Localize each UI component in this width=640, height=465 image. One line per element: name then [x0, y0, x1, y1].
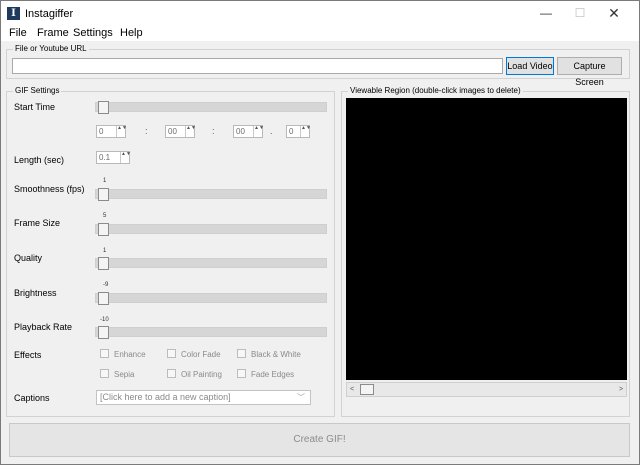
brightness-slider[interactable] [95, 293, 327, 303]
enhance-checkbox[interactable] [100, 349, 109, 358]
start-time-label: Start Time [14, 102, 56, 112]
captions-combo[interactable]: [Click here to add a new caption] ﹀ [96, 390, 311, 405]
oil-painting-checkbox[interactable] [167, 369, 176, 378]
start-seconds-value: 00 [236, 127, 245, 136]
quality-slider[interactable] [95, 258, 327, 268]
playback-rate-slider[interactable] [95, 327, 327, 337]
captions-placeholder: [Click here to add a new caption] [100, 392, 231, 402]
smoothness-label: Smoothness (fps) [14, 184, 85, 194]
scroll-right-icon[interactable]: > [616, 383, 626, 396]
menu-help[interactable]: Help [120, 27, 143, 39]
start-time-slider[interactable] [95, 102, 327, 112]
maximize-button[interactable]: ☐ [563, 1, 597, 25]
oil-painting-label: Oil Painting [181, 370, 222, 379]
quality-value: 1 [103, 248, 107, 254]
start-hours-spin[interactable]: 0 ▲▼ [96, 125, 127, 138]
length-spin[interactable]: 0.1 ▲▼ [96, 151, 131, 164]
start-seconds-spin[interactable]: 00 ▲▼ [233, 125, 264, 138]
sepia-checkbox[interactable] [100, 369, 109, 378]
video-preview[interactable] [346, 98, 627, 380]
quality-label: Quality [14, 253, 43, 263]
viewable-region-group: Viewable Region (double-click images to … [341, 86, 630, 417]
smoothness-slider-thumb[interactable] [98, 188, 109, 201]
viewable-region-legend: Viewable Region (double-click images to … [348, 86, 523, 95]
time-separator: : [145, 126, 148, 136]
sepia-label: Sepia [114, 370, 135, 379]
spin-arrows-icon[interactable]: ▲▼ [116, 126, 127, 137]
frame-size-slider[interactable] [95, 224, 327, 234]
playback-rate-value: -10 [100, 317, 109, 323]
app-window: I Instagiffer — ☐ ✕ File Frame Settings … [0, 0, 640, 465]
captions-label: Captions [14, 393, 50, 403]
playback-rate-slider-thumb[interactable] [98, 326, 109, 339]
spin-arrows-icon[interactable]: ▲▼ [253, 126, 264, 137]
color-fade-label: Color Fade [181, 350, 221, 359]
spin-arrows-icon[interactable]: ▲▼ [120, 152, 131, 163]
start-fraction-spin[interactable]: 0 ▲▼ [286, 125, 311, 138]
gif-settings-legend: GIF Settings [13, 86, 62, 95]
capture-screen-button[interactable]: Capture Screen [557, 57, 622, 87]
start-fraction-value: 0 [289, 127, 294, 136]
fade-edges-label: Fade Edges [251, 370, 295, 379]
brightness-slider-thumb[interactable] [98, 292, 109, 305]
smoothness-value: 1 [103, 178, 107, 184]
create-gif-button[interactable]: Create GIF! [9, 423, 630, 457]
length-label: Length (sec) [14, 155, 65, 165]
menu-settings[interactable]: Settings [73, 27, 113, 39]
effects-label: Effects [14, 350, 42, 360]
window-title: Instagiffer [25, 8, 74, 20]
title-bar: I Instagiffer — ☐ ✕ [1, 1, 639, 25]
frame-size-slider-thumb[interactable] [98, 223, 109, 236]
scrollbar-thumb[interactable] [360, 384, 374, 395]
start-minutes-spin[interactable]: 00 ▲▼ [165, 125, 196, 138]
playback-rate-label: Playback Rate [14, 322, 73, 332]
chevron-down-icon[interactable]: ﹀ [297, 391, 305, 404]
start-time-slider-thumb[interactable] [98, 101, 109, 114]
menu-bar: File Frame Settings Help [1, 25, 639, 41]
menu-frame[interactable]: Frame [37, 27, 69, 39]
url-input[interactable] [12, 58, 503, 74]
start-hours-value: 0 [99, 127, 104, 136]
app-logo-icon: I [7, 7, 20, 20]
frame-scrollbar[interactable]: < > [346, 382, 627, 397]
spin-arrows-icon[interactable]: ▲▼ [300, 126, 311, 137]
frame-size-value: 5 [103, 213, 107, 219]
scroll-left-icon[interactable]: < [347, 383, 357, 396]
time-separator: . [270, 126, 273, 136]
smoothness-slider[interactable] [95, 189, 327, 199]
enhance-label: Enhance [114, 350, 146, 359]
fade-edges-checkbox[interactable] [237, 369, 246, 378]
menu-file[interactable]: File [9, 27, 27, 39]
black-white-checkbox[interactable] [237, 349, 246, 358]
black-white-label: Black & White [251, 350, 301, 359]
brightness-value: -9 [103, 282, 109, 288]
load-video-button[interactable]: Load Video [506, 57, 554, 75]
gif-settings-group: GIF Settings Start Time 0 ▲▼ : 00 ▲▼ : 0… [6, 86, 335, 417]
url-group: File or Youtube URL Load Video Capture S… [6, 44, 630, 87]
brightness-label: Brightness [14, 288, 57, 298]
quality-slider-thumb[interactable] [98, 257, 109, 270]
color-fade-checkbox[interactable] [167, 349, 176, 358]
frame-size-label: Frame Size [14, 218, 61, 228]
close-button[interactable]: ✕ [597, 1, 631, 25]
length-value: 0.1 [99, 153, 111, 162]
minimize-button[interactable]: — [529, 1, 563, 25]
url-group-legend: File or Youtube URL [13, 44, 89, 53]
spin-arrows-icon[interactable]: ▲▼ [185, 126, 196, 137]
time-separator: : [212, 126, 215, 136]
start-minutes-value: 00 [168, 127, 177, 136]
